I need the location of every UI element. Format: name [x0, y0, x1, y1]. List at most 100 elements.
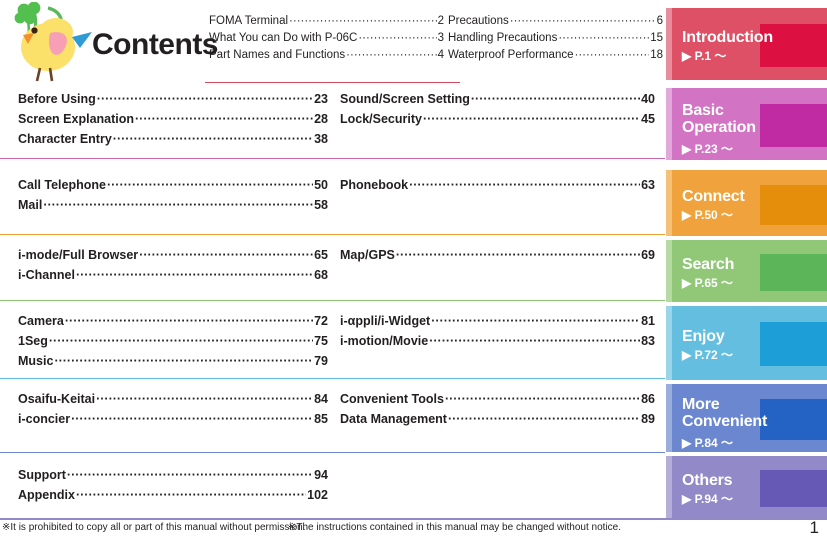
toc-leader-dots: ········································…	[64, 314, 313, 328]
contents-page: Contents FOMA Terminal ··················…	[0, 0, 827, 540]
toc-entry[interactable]: Screen Explanation ······················…	[18, 112, 328, 126]
toc-entry-page: 81	[641, 314, 655, 328]
toc-entry[interactable]: i-Channel ·······························…	[18, 268, 328, 282]
toc-entry[interactable]: Support ·································…	[18, 468, 328, 482]
section-tab[interactable]: Others ▶ P.94 ～	[666, 456, 827, 518]
toc-entry-title: Support	[18, 468, 66, 482]
section-entries: Call Telephone ··························…	[0, 170, 665, 236]
toc-entry-title: Lock/Security	[340, 112, 422, 126]
toc-entry-title: i-mode/Full Browser	[18, 248, 139, 262]
section-tab[interactable]: Connect ▶ P.50 ～	[666, 170, 827, 236]
toc-entry-title: Data Management	[340, 412, 447, 426]
toc-leader-dots: ········································…	[395, 248, 640, 262]
toc-leader-dots: ········································…	[75, 268, 314, 282]
toc-entry-page: 45	[641, 112, 655, 126]
toc-leader-dots: ········································…	[444, 392, 641, 406]
toc-column: Phonebook ·······························…	[340, 178, 655, 192]
toc-entry[interactable]: Osaifu-Keitai ···························…	[18, 392, 328, 406]
toc-column: Support ·································…	[18, 468, 328, 502]
toc-entry[interactable]: Camera ··································…	[18, 314, 328, 328]
toc-entry-page: 79	[314, 354, 328, 368]
tab-accent-edge	[666, 384, 672, 452]
toc-entry[interactable]: Character Entry ·························…	[18, 132, 328, 146]
toc-entry[interactable]: Lock/Security ···························…	[340, 112, 655, 126]
section-entries	[0, 8, 665, 80]
tab-color-swatch	[760, 322, 827, 366]
tab-page-ref: ▶ P.1 ～	[682, 49, 727, 63]
tab-page-ref: ▶ P.23 ～	[682, 142, 734, 156]
toc-entry[interactable]: Convenient Tools ························…	[340, 392, 655, 406]
toc-leader-dots: ········································…	[135, 112, 314, 126]
tab-color-swatch	[760, 470, 827, 507]
toc-leader-dots: ········································…	[71, 412, 313, 426]
toc-entry[interactable]: Data Management ·························…	[340, 412, 655, 426]
tab-accent-edge	[666, 8, 672, 80]
section-entries: Osaifu-Keitai ···························…	[0, 384, 665, 452]
toc-entry[interactable]: Before Using ····························…	[18, 92, 328, 106]
toc-entry-page: 65	[314, 248, 328, 262]
section-entries: i-mode/Full Browser ·····················…	[0, 240, 665, 302]
toc-entry[interactable]: Call Telephone ··························…	[18, 178, 328, 192]
toc-entry-title: Screen Explanation	[18, 112, 135, 126]
contents-section: Call Telephone ··························…	[0, 170, 827, 236]
toc-entry[interactable]: Appendix ································…	[18, 488, 328, 502]
contents-section: Camera ··································…	[0, 306, 827, 380]
toc-entry[interactable]: Mail ····································…	[18, 198, 328, 212]
section-tab[interactable]: More Convenient ▶ P.84 ～	[666, 384, 827, 452]
toc-entry-title: Music	[18, 354, 54, 368]
page-number: 1	[809, 518, 819, 537]
footer-note-left: ※It is prohibited to copy all or part of…	[2, 522, 306, 533]
section-tab[interactable]: Search ▶ P.65 ～	[666, 240, 827, 302]
toc-leader-dots: ········································…	[43, 198, 314, 212]
tab-accent-edge	[666, 170, 672, 236]
contents-section: Support ·································…	[0, 456, 827, 518]
toc-entry-page: 63	[641, 178, 655, 192]
section-tab[interactable]: Basic Operation ▶ P.23 ～	[666, 88, 827, 160]
toc-entry-title: Call Telephone	[18, 178, 106, 192]
toc-column: i-αppli/i-Widget ························…	[340, 314, 655, 348]
toc-entry[interactable]: i-αppli/i-Widget ························…	[340, 314, 655, 328]
toc-leader-dots: ········································…	[431, 314, 640, 328]
toc-entry[interactable]: i-concier ·······························…	[18, 412, 328, 426]
section-entries: Before Using ····························…	[0, 88, 665, 160]
tab-label: Basic Operation	[682, 102, 756, 136]
tab-label: More Convenient	[682, 396, 768, 430]
contents-section: Introduction ▶ P.1 ～	[0, 8, 827, 80]
toc-entry-title: Osaifu-Keitai	[18, 392, 96, 406]
toc-entry[interactable]: i-mode/Full Browser ·····················…	[18, 248, 328, 262]
toc-entry[interactable]: Music ···································…	[18, 354, 328, 368]
toc-entry-title: Before Using	[18, 92, 96, 106]
tab-label: Introduction	[682, 29, 773, 46]
tab-color-swatch	[760, 185, 827, 225]
toc-leader-dots: ········································…	[75, 488, 307, 502]
contents-section: Before Using ····························…	[0, 88, 827, 160]
toc-entry-page: 72	[314, 314, 328, 328]
toc-entry[interactable]: Phonebook ·······························…	[340, 178, 655, 192]
toc-entry-page: 28	[314, 112, 328, 126]
toc-entry-page: 83	[641, 334, 655, 348]
toc-leader-dots: ········································…	[409, 178, 641, 192]
toc-entry-page: 50	[314, 178, 328, 192]
section-divider	[0, 158, 665, 159]
section-tab[interactable]: Enjoy ▶ P.72 ～	[666, 306, 827, 380]
toc-entry-title: i-αppli/i-Widget	[340, 314, 431, 328]
toc-entry-title: Appendix	[18, 488, 75, 502]
section-tab[interactable]: Introduction ▶ P.1 ～	[666, 8, 827, 80]
toc-leader-dots: ········································…	[422, 112, 640, 126]
toc-column: i-mode/Full Browser ·····················…	[18, 248, 328, 282]
toc-entry[interactable]: Sound/Screen Setting ····················…	[340, 92, 655, 106]
tab-accent-edge	[666, 456, 672, 518]
toc-entry-title: Mail	[18, 198, 43, 212]
toc-entry[interactable]: 1Seg ····································…	[18, 334, 328, 348]
toc-entry-page: 75	[314, 334, 328, 348]
tab-accent-edge	[666, 240, 672, 302]
tab-page-ref: ▶ P.84 ～	[682, 436, 734, 450]
toc-entry-title: i-Channel	[18, 268, 75, 282]
tab-label: Others	[682, 472, 733, 489]
tab-page-ref: ▶ P.65 ～	[682, 276, 734, 290]
toc-entry[interactable]: i-motion/Movie ··························…	[340, 334, 655, 348]
contents-section: Osaifu-Keitai ···························…	[0, 384, 827, 452]
toc-entry[interactable]: Map/GPS ·································…	[340, 248, 655, 262]
contents-section: i-mode/Full Browser ·····················…	[0, 240, 827, 302]
toc-entry-page: 86	[641, 392, 655, 406]
